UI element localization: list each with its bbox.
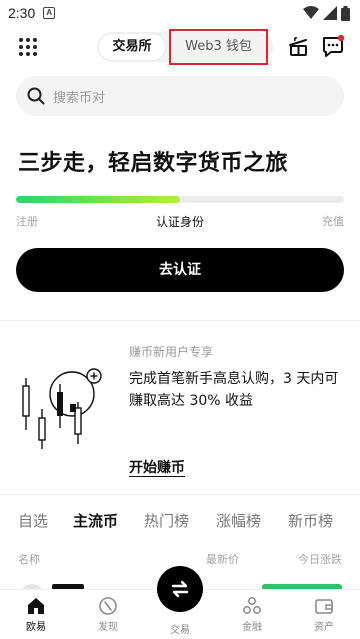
message-icon[interactable] [321,34,345,58]
nav-okx[interactable]: 欧易 [8,596,64,633]
unread-dot-icon [337,34,345,42]
market-tabs: 自选 主流币 热门榜 涨幅榜 新币榜 [0,510,360,534]
status-bar: 2:30 A [0,0,360,26]
trade-button[interactable] [157,566,203,612]
tab-gainers[interactable]: 涨幅榜 [216,510,261,531]
step-deposit: 充值 [322,215,344,228]
discover-icon [99,597,117,615]
tab-favorites[interactable]: 自选 [18,510,48,531]
step-register: 注册 [16,215,38,228]
notification-icon: A [43,7,56,19]
onboarding-progress [16,196,344,203]
column-daily-change[interactable]: 今日涨跌 [298,551,342,567]
wifi-icon [303,6,319,19]
tab-new-listings[interactable]: 新币榜 [288,510,333,531]
status-time: 2:30 [8,5,36,21]
swap-arrows-icon [171,580,189,598]
tab-exchange[interactable]: 交易所 [99,34,165,60]
nav-label: 资产 [314,622,334,633]
earn-description: 完成首笔新手高息认购，3 天内可赚取高达 30% 收益 [129,371,339,409]
search-bar[interactable]: 搜索币对 [16,76,344,116]
column-last-price[interactable]: 最新价 [206,551,239,567]
nav-finance[interactable]: 金融 [224,596,280,633]
status-icons [303,5,350,21]
nav-label: 欧易 [26,622,46,633]
section-divider [0,494,360,495]
finance-icon [243,597,261,614]
onboarding-headline: 三步走，轻启数字货币之旅 [18,151,289,176]
battery-icon [341,5,350,21]
verify-button[interactable]: 去认证 [16,248,344,292]
earn-label: 赚币新用户专享 [129,345,214,359]
step-verify-identity: 认证身份 [155,215,204,229]
column-name[interactable]: 名称 [18,551,40,567]
section-divider [0,320,360,321]
start-earning-link[interactable]: 开始赚币 [129,457,185,477]
progress-fill [16,196,180,203]
tab-hot[interactable]: 热门榜 [144,510,189,531]
wallet-icon [315,599,333,614]
home-icon [28,598,44,614]
gift-box-icon[interactable] [286,34,310,58]
nav-label: 发现 [98,622,118,633]
nav-discover[interactable]: 发现 [80,596,136,633]
nav-trade[interactable]: 交易 [152,619,208,636]
mode-switch: 交易所 Web3 钱包 [97,29,273,65]
nav-assets[interactable]: 资产 [296,596,352,633]
top-header: 交易所 Web3 钱包 [0,29,360,65]
nav-label: 交易 [170,625,190,636]
search-icon [27,87,45,105]
signal-icon [323,6,337,20]
tab-mainstream[interactable]: 主流币 [73,510,118,531]
nav-label: 金融 [242,622,262,633]
tab-web3-wallet[interactable]: Web3 钱包 [169,29,268,65]
candlestick-illustration-icon [22,368,102,449]
search-placeholder: 搜索币对 [53,90,106,106]
menu-grid-icon[interactable] [18,37,38,57]
